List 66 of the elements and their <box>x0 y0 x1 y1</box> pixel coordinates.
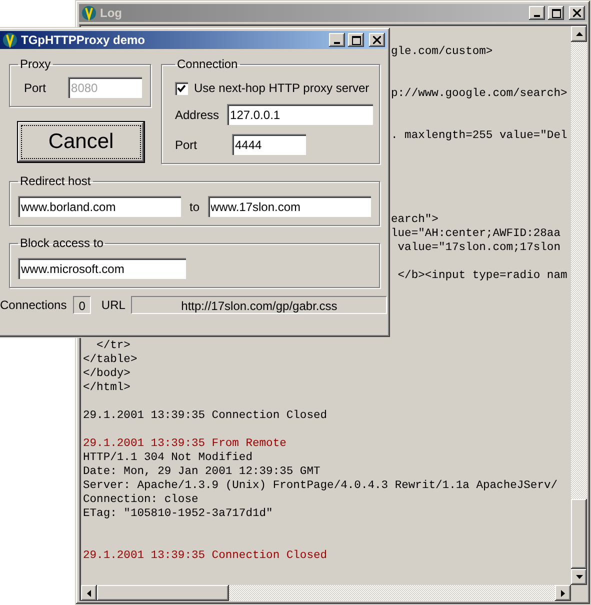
checkbox-label: Use next-hop HTTP proxy server <box>194 81 370 95</box>
log-line: </body> <box>83 367 130 381</box>
log-line: </tr> <box>96 339 130 353</box>
log-line: earch"> <box>391 213 438 227</box>
log-line: value="17slon.com;17slon <box>396 241 560 255</box>
vertical-scrollbar[interactable] <box>571 26 587 585</box>
maximize-button[interactable] <box>348 33 364 47</box>
log-line: ETag: "105810-1952-3a717d1d" <box>83 507 273 521</box>
minimize-button[interactable] <box>529 6 545 20</box>
scroll-up-button[interactable] <box>571 26 587 42</box>
group-title: Block access to <box>19 236 104 250</box>
url-status: http://17slon.com/gp/gabr.css <box>131 296 387 314</box>
cancel-button[interactable]: Cancel <box>17 121 145 163</box>
field-label: Port <box>24 80 46 94</box>
log-line: </table> <box>83 353 138 367</box>
checkbox[interactable] <box>175 82 188 94</box>
maximize-icon <box>552 8 560 18</box>
window-title: Log <box>100 6 123 20</box>
scroll-thumb[interactable] <box>571 499 587 569</box>
scroll-right-button[interactable] <box>555 585 571 601</box>
horizontal-scrollbar[interactable] <box>81 585 571 601</box>
log-line: Connection: close <box>83 493 198 507</box>
host-field[interactable]: www.17slon.com <box>208 196 371 217</box>
log-line: gle.com/custom> <box>391 45 493 59</box>
minimize-button[interactable] <box>329 33 345 47</box>
log-line: 29.1.2001 13:39:35 Connection Closed <box>83 549 328 563</box>
scroll-down-button[interactable] <box>571 569 587 585</box>
port-field[interactable]: 4444 <box>232 134 306 155</box>
maximize-icon <box>352 36 360 44</box>
log-line: 29.1.2001 13:39:35 From Remote <box>83 437 286 451</box>
group-title: Connection <box>176 57 239 71</box>
log-line: Date: Mon, 29 Jan 2001 12:39:35 GMT <box>83 465 320 479</box>
group-title: Redirect host <box>19 174 92 188</box>
field-label: to <box>189 200 200 214</box>
close-button[interactable] <box>369 33 385 47</box>
status-label: Connections <box>0 298 67 312</box>
log-line: Server: Apache/1.3.9 (Unix) FrontPage/4.0.4.3 Rewrit/1.1a ApacheJServ/ <box>83 479 558 493</box>
log-line: </b><input type=radio nam <box>396 269 568 283</box>
scroll-left-button[interactable] <box>81 585 97 601</box>
field-label: Port <box>175 138 198 152</box>
log-line: HTTP/1.1 304 Not Modified <box>83 451 252 465</box>
status-label: URL <box>101 298 126 312</box>
log-line: 29.1.2001 13:39:35 Connection Closed <box>83 409 328 423</box>
host-field[interactable]: www.borland.com <box>18 196 182 217</box>
right-arrow-icon <box>561 590 565 596</box>
checkmark-icon <box>177 84 186 92</box>
log-line: . maxlength=255 value="Del <box>391 129 568 143</box>
window-title: TGpHTTPProxy demo <box>21 33 146 47</box>
connections-count: 0 <box>72 296 92 314</box>
address-field[interactable]: 127.0.0.1 <box>227 104 374 125</box>
group-title: Proxy <box>19 57 52 71</box>
maximize-button[interactable] <box>548 6 564 20</box>
close-icon <box>573 9 581 17</box>
app-icon <box>2 32 18 48</box>
close-button[interactable] <box>569 6 585 20</box>
left-arrow-icon <box>87 590 91 596</box>
close-icon <box>373 36 381 44</box>
scroll-thumb[interactable] <box>97 585 229 601</box>
log-line: lue="AH:center;AWFID:28aa <box>391 227 560 241</box>
host-field[interactable]: www.microsoft.com <box>18 258 186 279</box>
log-line: </html> <box>83 381 130 395</box>
app-icon <box>81 5 97 21</box>
down-arrow-icon <box>576 575 582 579</box>
field-label: Address <box>175 108 220 122</box>
up-arrow-icon <box>576 32 582 36</box>
log-line: p://www.google.com/search> <box>391 87 568 101</box>
